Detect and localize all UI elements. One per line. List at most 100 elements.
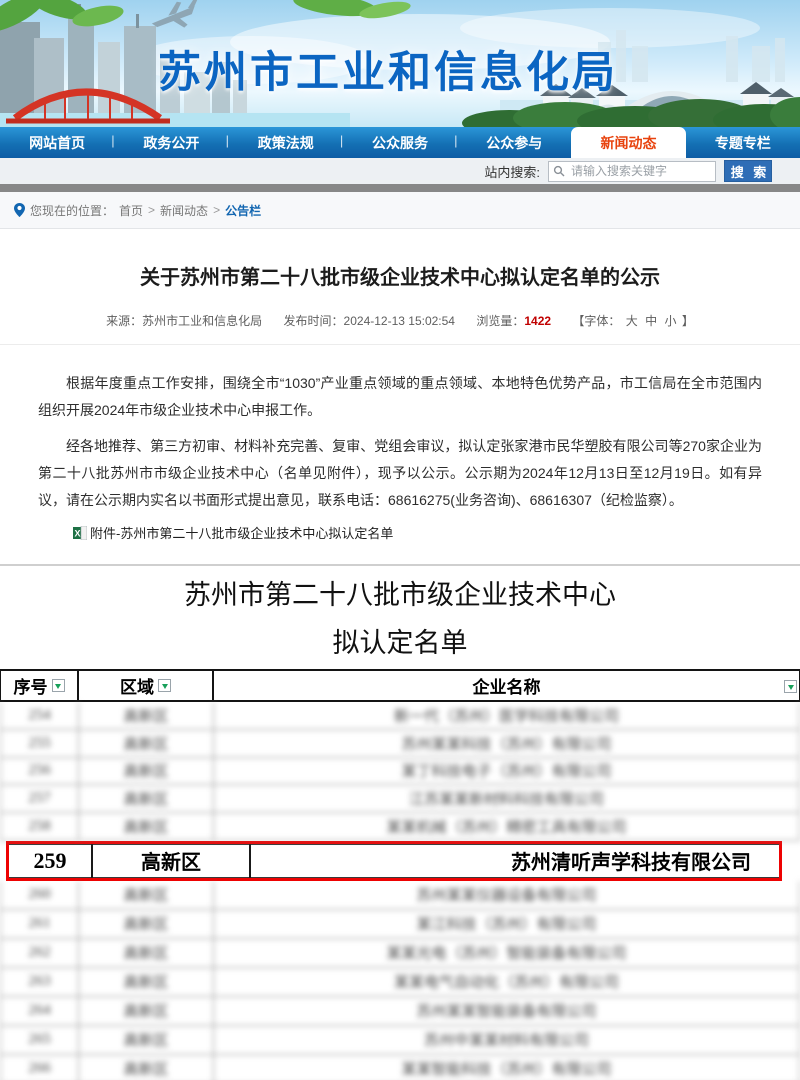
- cell-company: 某某智能科技（苏州）有限公司: [214, 1055, 799, 1080]
- cell-region: 高新区: [79, 813, 214, 840]
- font-size-close: 】: [682, 314, 694, 328]
- filter-dropdown-company[interactable]: [784, 680, 797, 693]
- meta-views-count: 1422: [524, 314, 551, 328]
- blurred-rows-below: 260 高新区 苏州某某仪器设备有限公司 261 高新区 某江科技（苏州）有限公…: [0, 881, 800, 1080]
- cell-no: 260: [1, 881, 79, 909]
- cell-no: 265: [1, 1026, 79, 1054]
- nav-item-special-columns[interactable]: 专题专栏: [686, 127, 800, 158]
- meta-source-label: 来源：: [106, 314, 142, 328]
- cell-company: 苏州中某某材料有限公司: [214, 1026, 799, 1054]
- cell-no: 264: [1, 997, 79, 1025]
- filter-dropdown-region[interactable]: [158, 679, 171, 692]
- cell-no: 257: [1, 785, 79, 812]
- cell-company: 某某光电（苏州）智能装备有限公司: [214, 939, 799, 967]
- cell-company: 江苏某某新材料科技有限公司: [214, 785, 799, 812]
- breadcrumb: 您现在的位置： 首页 > 新闻动态 > 公告栏: [0, 192, 800, 229]
- cell-no: 258: [1, 813, 79, 840]
- search-icon: [553, 165, 565, 177]
- paragraph-2: 经各地推荐、第三方初审、材料补充完善、复审、党组会审议，拟认定张家港市民华塑胶有…: [38, 433, 762, 514]
- cell-region: 高新区: [79, 968, 214, 996]
- filter-dropdown-no[interactable]: [52, 679, 65, 692]
- airplane-icon: [148, 0, 204, 36]
- table-row-blurred: 255 高新区 苏州某某科技（苏州）有限公司: [1, 730, 799, 758]
- breadcrumb-separator: >: [148, 203, 155, 217]
- article-body: 根据年度重点工作安排，围绕全市“1030”产业重点领域的重点领域、本地特色优势产…: [38, 370, 762, 514]
- blurred-rows-above: 254 高新区 新一代（苏州）医学科技有限公司 255 高新区 苏州某某科技（苏…: [0, 702, 800, 841]
- table-row-blurred: 258 高新区 某某机械（苏州）精密工具有限公司: [1, 813, 799, 841]
- cell-company: 某某电气自动化（苏州）有限公司: [214, 968, 799, 996]
- cell-company: 新一代（苏州）医学科技有限公司: [214, 702, 799, 729]
- cell-company: 苏州某某科技（苏州）有限公司: [214, 730, 799, 757]
- font-size-open: 【字体：: [572, 314, 620, 328]
- table-row-blurred: 262 高新区 某某光电（苏州）智能装备有限公司: [1, 939, 799, 968]
- attachment-label: 附件-苏州市第二十八批市级企业技术中心拟认定名单: [90, 523, 393, 542]
- main-nav: 网站首页 政务公开 政策法规 公众服务 公众参与 新闻动态 专题专栏: [0, 127, 800, 158]
- cell-region: 高新区: [79, 997, 214, 1025]
- cell-company: 苏州某某仪器设备有限公司: [214, 881, 799, 909]
- font-size-medium-button[interactable]: 中: [645, 314, 657, 328]
- cell-region: 高新区: [79, 1055, 214, 1080]
- cell-company: 某江科技（苏州）有限公司: [214, 910, 799, 938]
- article-title: 关于苏州市第二十八批市级企业技术中心拟认定名单的公示: [0, 261, 800, 290]
- nav-item-participation[interactable]: 公众参与: [457, 127, 571, 158]
- table-row-blurred: 260 高新区 苏州某某仪器设备有限公司: [1, 881, 799, 910]
- breadcrumb-prefix: 您现在的位置：: [30, 202, 114, 219]
- table-row-blurred: 266 高新区 某某智能科技（苏州）有限公司: [1, 1055, 799, 1080]
- breadcrumb-current[interactable]: 公告栏: [225, 202, 261, 219]
- nav-item-public-service[interactable]: 公众服务: [343, 127, 457, 158]
- sheet-title-line1: 苏州市第二十八批市级企业技术中心: [0, 576, 800, 614]
- font-size-small-button[interactable]: 小: [664, 314, 676, 328]
- meta-views-label: 浏览量：: [476, 314, 524, 328]
- agency-title: 苏州市工业和信息化局: [158, 38, 618, 100]
- breadcrumb-home[interactable]: 首页: [119, 202, 143, 219]
- highlight-cell-company: 苏州清听声学科技有限公司: [251, 844, 779, 878]
- breadcrumb-news[interactable]: 新闻动态: [160, 202, 208, 219]
- table-row-blurred: 264 高新区 苏州某某智能装备有限公司: [1, 997, 799, 1026]
- font-size-large-button[interactable]: 大: [626, 314, 638, 328]
- search-button[interactable]: 搜 索: [724, 160, 772, 182]
- nav-item-gov-info[interactable]: 政务公开: [114, 127, 228, 158]
- meta-source: 苏州市工业和信息化局: [142, 314, 262, 328]
- site-banner: 苏州市工业和信息化局: [0, 0, 800, 127]
- cell-no: 266: [1, 1055, 79, 1080]
- cell-company: 某丁科技电子（苏州）有限公司: [214, 758, 799, 785]
- cell-region: 高新区: [79, 1026, 214, 1054]
- table-row-blurred: 261 高新区 某江科技（苏州）有限公司: [1, 910, 799, 939]
- sheet-title-line2: 拟认定名单: [0, 624, 800, 662]
- cell-region: 高新区: [79, 881, 214, 909]
- sheet-header-row: 序号 区域 企业名称: [0, 669, 800, 702]
- breadcrumb-separator: >: [213, 203, 220, 217]
- highlighted-row-259: 259 高新区 苏州清听声学科技有限公司: [6, 841, 782, 881]
- attachment-link[interactable]: X 附件-苏州市第二十八批市级企业技术中心拟认定名单: [73, 523, 800, 542]
- cell-region: 高新区: [79, 910, 214, 938]
- cell-region: 高新区: [79, 785, 214, 812]
- cell-region: 高新区: [79, 702, 214, 729]
- table-row-blurred: 263 高新区 某某电气自动化（苏州）有限公司: [1, 968, 799, 997]
- cell-no: 254: [1, 702, 79, 729]
- svg-text:X: X: [74, 528, 80, 538]
- table-row-blurred: 256 高新区 某丁科技电子（苏州）有限公司: [1, 758, 799, 786]
- highlight-cell-no: 259: [9, 844, 93, 878]
- divider-strip: [0, 184, 800, 192]
- cell-no: 255: [1, 730, 79, 757]
- meta-time-label: 发布时间：: [284, 314, 344, 328]
- cell-region: 高新区: [79, 939, 214, 967]
- cell-no: 261: [1, 910, 79, 938]
- paragraph-1: 根据年度重点工作安排，围绕全市“1030”产业重点领域的重点领域、本地特色优势产…: [38, 370, 762, 424]
- location-pin-icon: [14, 203, 25, 217]
- nav-item-home[interactable]: 网站首页: [0, 127, 114, 158]
- cell-no: 263: [1, 968, 79, 996]
- highlight-cell-region: 高新区: [93, 844, 251, 878]
- column-header-region: 区域: [120, 673, 154, 698]
- cell-region: 高新区: [79, 758, 214, 785]
- nav-item-news-active[interactable]: 新闻动态: [571, 127, 685, 158]
- table-row-blurred: 257 高新区 江苏某某新材料科技有限公司: [1, 785, 799, 813]
- article-meta: 来源：苏州市工业和信息化局 发布时间：2024-12-13 15:02:54 浏…: [0, 312, 800, 345]
- nav-item-policies[interactable]: 政策法规: [229, 127, 343, 158]
- cell-no: 262: [1, 939, 79, 967]
- column-header-company: 企业名称: [473, 673, 541, 698]
- meta-time: 2024-12-13 15:02:54: [344, 314, 455, 328]
- search-input[interactable]: [548, 161, 716, 182]
- search-label: 站内搜索:: [484, 162, 540, 181]
- column-header-no: 序号: [14, 673, 48, 698]
